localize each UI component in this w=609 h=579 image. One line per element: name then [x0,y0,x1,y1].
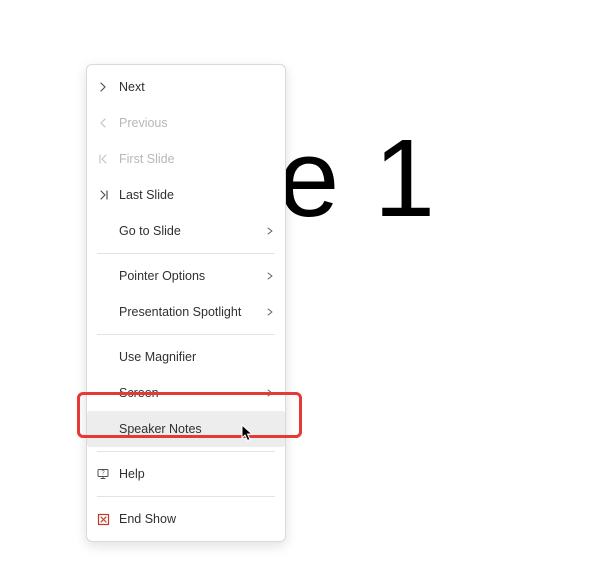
menu-separator [97,496,275,497]
menu-item-help[interactable]: ? Help [87,456,285,492]
menu-label: Speaker Notes [119,422,275,436]
menu-separator [97,253,275,254]
menu-item-end-show[interactable]: End Show [87,501,285,537]
menu-label: Go to Slide [119,224,265,238]
menu-separator [97,451,275,452]
menu-item-go-to-slide[interactable]: Go to Slide [87,213,285,249]
menu-label: End Show [119,512,275,526]
menu-item-previous[interactable]: Previous [87,105,285,141]
menu-label: Presentation Spotlight [119,305,265,319]
menu-item-screen[interactable]: Screen [87,375,285,411]
skip-first-icon [95,151,111,167]
menu-label: Next [119,80,275,94]
svg-text:?: ? [101,471,105,477]
chevron-right-icon [265,307,275,317]
menu-item-pointer-options[interactable]: Pointer Options [87,258,285,294]
menu-label: Help [119,467,275,481]
chevron-right-icon [265,271,275,281]
menu-item-next[interactable]: Next [87,69,285,105]
skip-last-icon [95,187,111,203]
menu-item-presentation-spotlight[interactable]: Presentation Spotlight [87,294,285,330]
menu-item-first-slide[interactable]: First Slide [87,141,285,177]
menu-label: First Slide [119,152,275,166]
help-icon: ? [95,466,111,482]
slideshow-context-menu: Next Previous First Slide Last Slide Go … [86,64,286,542]
menu-item-last-slide[interactable]: Last Slide [87,177,285,213]
menu-item-use-magnifier[interactable]: Use Magnifier [87,339,285,375]
chevron-left-icon [95,115,111,131]
menu-label: Last Slide [119,188,275,202]
chevron-right-icon [265,226,275,236]
menu-label: Previous [119,116,275,130]
end-show-icon [95,511,111,527]
menu-label: Pointer Options [119,269,265,283]
menu-label: Screen [119,386,265,400]
chevron-right-icon [95,79,111,95]
menu-separator [97,334,275,335]
chevron-right-icon [265,388,275,398]
menu-label: Use Magnifier [119,350,275,364]
menu-item-speaker-notes[interactable]: Speaker Notes [87,411,285,447]
